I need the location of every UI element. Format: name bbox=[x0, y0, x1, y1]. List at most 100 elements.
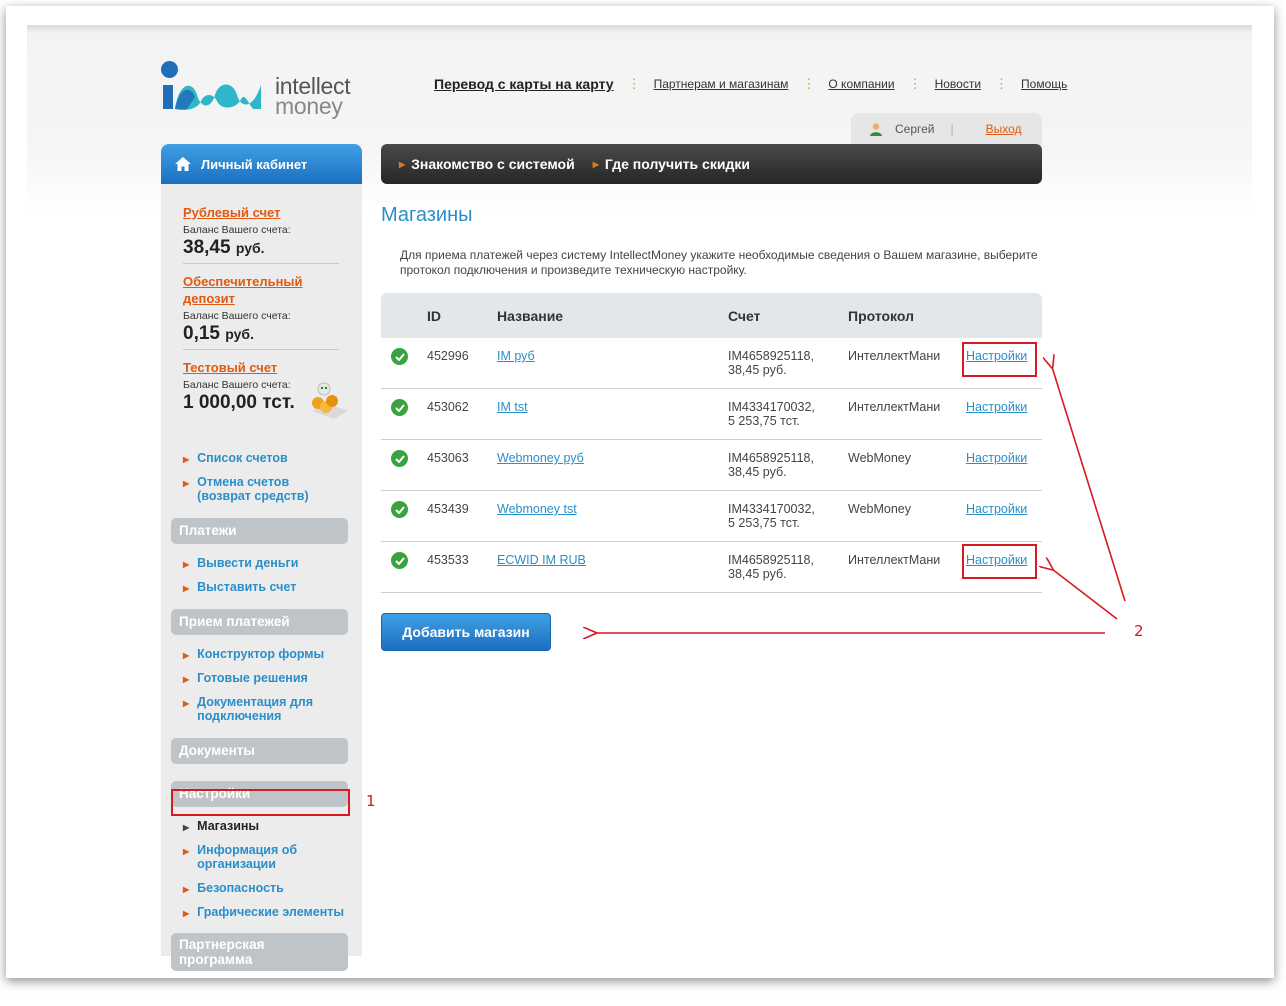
sidebar-item-label: Выставить счет bbox=[197, 580, 297, 594]
header-account: Счет bbox=[728, 307, 761, 324]
shop-account: IM4334170032, 5 253,75 тст. bbox=[728, 400, 815, 428]
nav-news[interactable]: Новости bbox=[935, 77, 981, 91]
shop-name-link[interactable]: IM руб bbox=[497, 349, 535, 363]
shop-name-link[interactable]: ECWID IM RUB bbox=[497, 553, 586, 567]
check-icon bbox=[391, 399, 408, 416]
settings-link[interactable]: Настройки bbox=[966, 400, 1027, 414]
header-protocol: Протокол bbox=[848, 307, 914, 324]
sidebar-section-accept-payments[interactable]: Прием платежей bbox=[171, 609, 348, 635]
shop-account: IM4658925118, 38,45 руб. bbox=[728, 349, 814, 377]
arrow-right-icon: ▶ bbox=[399, 159, 406, 169]
page: intellect money Перевод с карты на карту… bbox=[27, 25, 1252, 978]
sidebar-item-accounts-list[interactable]: ▶ Список счетов bbox=[183, 451, 288, 467]
table-row: 452996 IM руб IM4658925118, 38,45 руб. Ин… bbox=[381, 338, 1042, 389]
table-row: 453439 Webmoney tst IM4334170032, 5 253,7… bbox=[381, 491, 1042, 542]
sidebar-item-withdraw[interactable]: ▶ Вывести деньги bbox=[183, 556, 298, 572]
arrow-right-icon: ▶ bbox=[183, 560, 190, 569]
status-cell bbox=[381, 491, 427, 541]
logo[interactable]: intellect money bbox=[161, 61, 371, 119]
shop-name-link[interactable]: IM tst bbox=[497, 400, 528, 414]
account-test: Тестовый счет Баланс Вашего счета: 1 000… bbox=[183, 359, 295, 414]
shop-action-cell: Настройки bbox=[966, 491, 1027, 541]
nav-card-transfer[interactable]: Перевод с карты на карту bbox=[434, 76, 614, 92]
top-navigation: Перевод с карты на карту ⋮ Партнерам и м… bbox=[434, 76, 1067, 92]
table-header: ID Название Счет Протокол bbox=[381, 293, 1042, 338]
arrow-right-icon: ▶ bbox=[592, 159, 599, 169]
sidebar-item-shops[interactable]: ▶ Магазины bbox=[183, 819, 259, 835]
table-row: 453533 ECWID IM RUB IM4658925118, 38,45 р… bbox=[381, 542, 1042, 593]
arrow-to-settings-2 bbox=[1052, 569, 1118, 620]
arrow-to-settings-1 bbox=[1052, 367, 1126, 602]
sidebar-item-label: Информация об организации bbox=[197, 843, 298, 871]
topbar-item-intro[interactable]: ▶ Знакомство с системой bbox=[399, 156, 575, 172]
sidebar-section-partner-program[interactable]: Партнерская программа bbox=[171, 933, 348, 971]
sidebar-item-cancel-invoices[interactable]: ▶ Отмена счетов (возврат средств) bbox=[183, 475, 343, 503]
nav-separator: ⋮ bbox=[627, 76, 641, 91]
nav-separator: ⋮ bbox=[802, 76, 815, 91]
arrow-right-icon: ▶ bbox=[183, 699, 190, 708]
shop-account: IM4334170032, 5 253,75 тст. bbox=[728, 502, 815, 530]
sidebar-item-graphic-elements[interactable]: ▶ Графические элементы bbox=[183, 905, 344, 921]
shop-id: 453062 bbox=[427, 400, 469, 414]
topbar-item-discounts[interactable]: ▶ Где получить скидки bbox=[593, 156, 750, 172]
logo-text-line2: money bbox=[275, 93, 343, 119]
logout-link[interactable]: Выход bbox=[986, 122, 1022, 136]
sidebar-item-ready-solutions[interactable]: ▶ Готовые решения bbox=[183, 671, 308, 687]
account-deposit: Обеспечительный депозит Баланс Вашего сч… bbox=[183, 273, 323, 345]
shop-name-cell: ECWID IM RUB bbox=[497, 542, 728, 592]
home-icon bbox=[175, 157, 191, 171]
sidebar-item-form-builder[interactable]: ▶ Конструктор формы bbox=[183, 647, 324, 663]
check-icon bbox=[391, 552, 408, 569]
sidebar-item-organization-info[interactable]: ▶ Информация об организации bbox=[183, 843, 333, 871]
shop-protocol: ИнтеллектМани bbox=[848, 553, 941, 567]
status-cell bbox=[381, 440, 427, 490]
account-test-title[interactable]: Тестовый счет bbox=[183, 359, 295, 376]
sidebar-header[interactable]: Личный кабинет bbox=[161, 144, 362, 184]
table-row: 453063 Webmoney руб IM4658925118, 38,45 р… bbox=[381, 440, 1042, 491]
settings-link[interactable]: Настройки bbox=[966, 451, 1027, 465]
user-name[interactable]: Сергей bbox=[895, 122, 935, 136]
sidebar-item-integration-docs[interactable]: ▶ Документация для подключения bbox=[183, 695, 333, 723]
shop-name-link[interactable]: Webmoney tst bbox=[497, 502, 577, 516]
intro-text: Для приема платежей через систему Intell… bbox=[400, 248, 1038, 277]
divider bbox=[183, 263, 339, 264]
shop-protocol: WebMoney bbox=[848, 451, 911, 465]
shop-name-cell: IM руб bbox=[497, 338, 728, 388]
settings-link[interactable]: Настройки bbox=[966, 502, 1027, 516]
shop-id: 452996 bbox=[427, 349, 469, 363]
sidebar-section-payments[interactable]: Платежи bbox=[171, 518, 348, 544]
shops-table: ID Название Счет Протокол 452996 IM руб … bbox=[381, 293, 1042, 593]
sidebar-item-issue-invoice[interactable]: ▶ Выставить счет bbox=[183, 580, 296, 596]
nav-about[interactable]: О компании bbox=[828, 77, 894, 91]
sidebar-item-label: Готовые решения bbox=[197, 671, 308, 685]
coins-icon bbox=[312, 382, 348, 419]
table-row: 453062 IM tst IM4334170032, 5 253,75 тст.… bbox=[381, 389, 1042, 440]
user-separator: | bbox=[950, 122, 954, 136]
arrow-right-icon: ▶ bbox=[183, 909, 190, 918]
shop-account: IM4658925118, 38,45 руб. bbox=[728, 451, 814, 479]
shop-name-cell: Webmoney руб bbox=[497, 440, 728, 490]
account-rub: Рублевый счет Баланс Вашего счета: 38,45… bbox=[183, 204, 291, 259]
arrow-right-icon: ▶ bbox=[183, 651, 190, 660]
shop-action-cell: Настройки bbox=[966, 440, 1027, 490]
shop-id: 453533 bbox=[427, 553, 469, 567]
annotation-box-settings-2 bbox=[962, 544, 1037, 579]
sidebar-section-documents[interactable]: Документы bbox=[171, 738, 348, 764]
annotation-box-settings-1 bbox=[962, 342, 1037, 377]
arrow-right-icon: ▶ bbox=[183, 885, 190, 894]
shop-id: 453063 bbox=[427, 451, 469, 465]
nav-help[interactable]: Помощь bbox=[1021, 77, 1067, 91]
sidebar-item-security[interactable]: ▶ Безопасность bbox=[183, 881, 284, 897]
account-deposit-title[interactable]: Обеспечительный депозит bbox=[183, 273, 323, 307]
shop-name-cell: Webmoney tst bbox=[497, 491, 728, 541]
account-rub-balance: 38,45 руб. bbox=[183, 237, 265, 258]
add-shop-button[interactable]: Добавить магазин bbox=[381, 613, 551, 651]
account-rub-title[interactable]: Рублевый счет bbox=[183, 204, 291, 221]
nav-partners[interactable]: Партнерам и магазинам bbox=[654, 77, 789, 91]
account-deposit-balance: 0,15 руб. bbox=[183, 323, 254, 344]
sidebar-item-label: Безопасность bbox=[197, 881, 284, 895]
shop-protocol: WebMoney bbox=[848, 502, 911, 516]
arrow-right-icon: ▶ bbox=[183, 675, 190, 684]
shop-name-link[interactable]: Webmoney руб bbox=[497, 451, 584, 465]
nav-separator: ⋮ bbox=[995, 76, 1008, 91]
